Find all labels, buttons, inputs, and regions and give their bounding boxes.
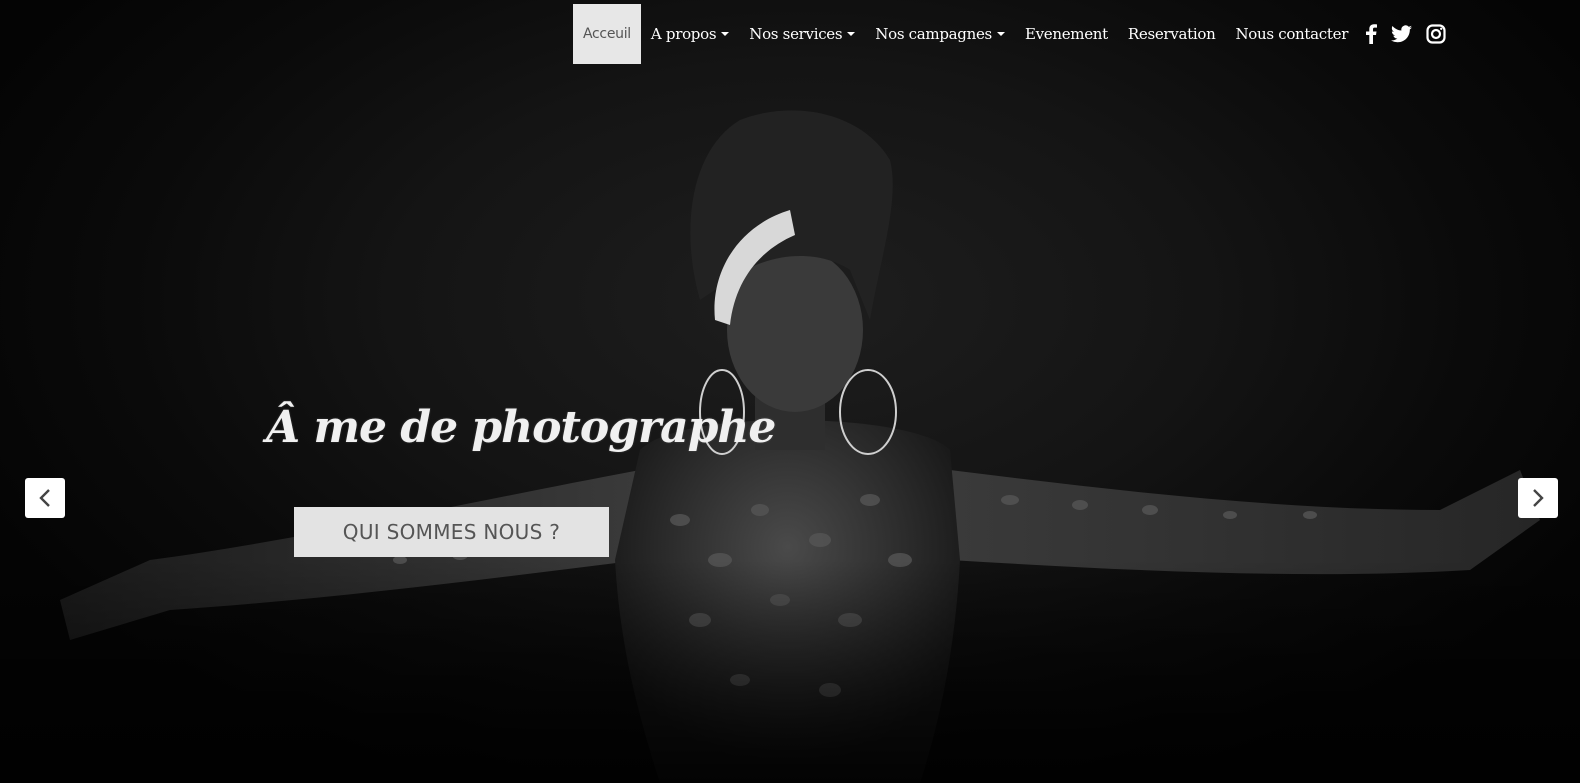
twitter-icon[interactable] [1384, 4, 1419, 64]
nav-item-nos-campagnes[interactable]: Nos campagnes [865, 4, 1015, 64]
facebook-icon[interactable] [1358, 4, 1384, 64]
nav-item-label: Nous contacter [1235, 25, 1349, 43]
nav-item-evenement[interactable]: Evenement [1015, 4, 1118, 64]
hero-slider [0, 0, 1580, 783]
caret-down-icon [721, 32, 730, 36]
nav-item-label: Nos campagnes [875, 25, 992, 43]
hero-photo [0, 110, 1580, 783]
nav-item-label: Reservation [1127, 25, 1216, 43]
nav-item-acceuil[interactable]: Acceuil [573, 4, 641, 64]
nav-item-label: Evenement [1024, 25, 1108, 43]
caret-down-icon [996, 32, 1005, 36]
instagram-icon[interactable] [1419, 4, 1453, 64]
hero-title: Â me de photographe [266, 402, 776, 453]
nav-item-nous-contacter[interactable]: Nous contacter [1225, 4, 1358, 64]
chevron-left-icon [39, 489, 50, 507]
chevron-right-icon [1533, 489, 1544, 507]
nav-item-nos-services[interactable]: Nos services [739, 4, 865, 64]
nav-item-label: A propos [650, 25, 717, 43]
carousel-prev-button[interactable] [25, 478, 65, 518]
nav-item-a-propos[interactable]: A propos [641, 4, 739, 64]
about-us-button[interactable]: QUI SOMMES NOUS ? [294, 507, 609, 557]
nav-item-label: Acceuil [583, 26, 631, 42]
carousel-next-button[interactable] [1518, 478, 1558, 518]
nav-item-reservation[interactable]: Reservation [1118, 4, 1226, 64]
caret-down-icon [847, 32, 856, 36]
main-navbar: Acceuil A propos Nos services Nos campag… [573, 4, 1453, 64]
nav-item-label: Nos services [749, 25, 843, 43]
